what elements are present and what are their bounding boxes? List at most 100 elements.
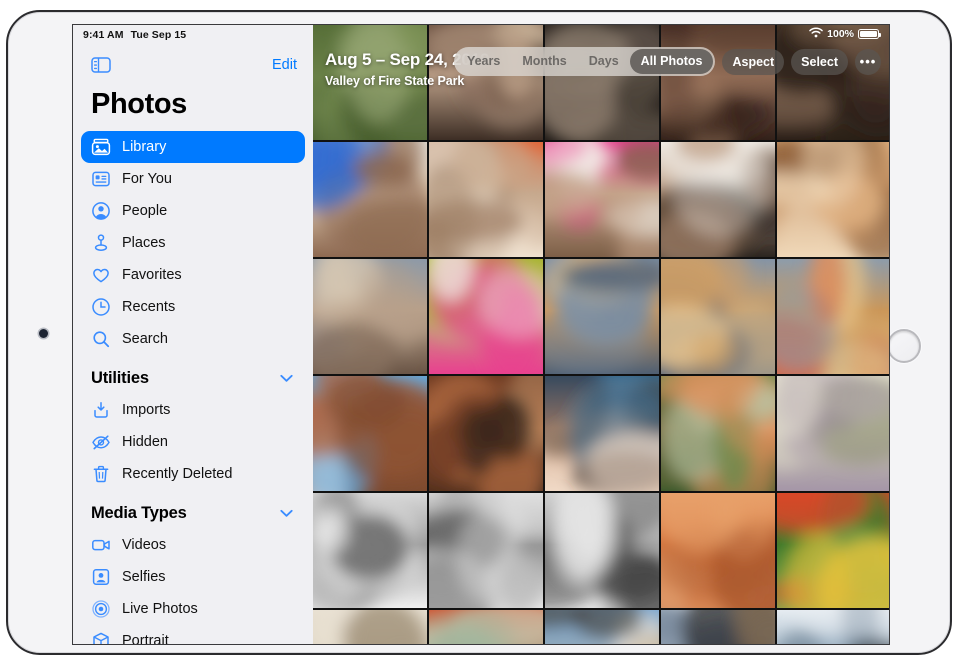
trash-icon: [91, 464, 111, 484]
battery-percent-label: 100%: [827, 28, 854, 40]
sidebar-item-library[interactable]: Library: [81, 131, 305, 163]
import-tray-icon: [91, 400, 111, 420]
photo-thumbnail[interactable]: [429, 142, 543, 257]
photo-thumbnail[interactable]: [545, 142, 659, 257]
sidebar-item-selfies[interactable]: Selfies: [81, 561, 305, 593]
sidebar-item-live-photos[interactable]: Live Photos: [81, 593, 305, 625]
photo-thumbnail[interactable]: [777, 493, 890, 608]
photo-thumbnail[interactable]: [313, 142, 427, 257]
sidebar-item-hidden[interactable]: Hidden: [81, 426, 305, 458]
sidebar-item-favorites[interactable]: Favorites: [81, 259, 305, 291]
sidebar-item-label: Search: [122, 331, 168, 347]
segment-all-photos[interactable]: All Photos: [630, 49, 714, 74]
photo-stack-icon: [91, 137, 111, 157]
eye-slash-icon: [91, 432, 111, 452]
photo-thumbnail[interactable]: [661, 142, 775, 257]
sidebar-header: Edit: [73, 49, 313, 81]
sidebar-item-label: Portrait: [122, 633, 169, 645]
sidebar-item-label: Imports: [122, 402, 170, 418]
photo-thumbnail[interactable]: [777, 142, 890, 257]
photo-thumbnail[interactable]: [545, 610, 659, 645]
photo-thumbnail[interactable]: [545, 25, 659, 140]
select-button[interactable]: Select: [791, 49, 848, 75]
selfie-portrait-icon: [91, 567, 111, 587]
timeline-segmented-control[interactable]: Years Months Days All Photos: [454, 47, 716, 76]
photo-thumbnail[interactable]: [777, 610, 890, 645]
chevron-down-icon[interactable]: [280, 509, 293, 518]
photo-thumbnail[interactable]: [429, 25, 543, 140]
cube-icon: [91, 631, 111, 645]
photo-thumbnail[interactable]: [661, 376, 775, 491]
edit-button[interactable]: Edit: [272, 57, 297, 73]
clock-icon: [91, 297, 111, 317]
photo-thumbnail[interactable]: [777, 376, 890, 491]
photo-thumbnail[interactable]: [429, 376, 543, 491]
section-header-media-types[interactable]: Media Types: [73, 490, 313, 529]
sidebar-item-search[interactable]: Search: [81, 323, 305, 355]
photos-toolbar: Years Months Days All Photos Aspect Sele…: [454, 47, 881, 76]
search-icon: [91, 329, 111, 349]
segment-days[interactable]: Days: [578, 49, 630, 74]
sidebar: Edit Photos Library: [73, 25, 313, 645]
ipad-device-frame: 9:41 AM Tue Sep 15 Edit Photos: [6, 10, 952, 655]
video-camera-icon: [91, 535, 111, 555]
sidebar-item-label: People: [122, 203, 167, 219]
photo-thumbnail[interactable]: [429, 610, 543, 645]
segment-years[interactable]: Years: [456, 49, 511, 74]
sidebar-item-label: For You: [122, 171, 172, 187]
photo-thumbnail[interactable]: [313, 376, 427, 491]
photo-thumbnail[interactable]: [777, 259, 890, 374]
battery-full-icon: [858, 29, 879, 39]
sidebar-item-places[interactable]: Places: [81, 227, 305, 259]
sidebar-item-people[interactable]: People: [81, 195, 305, 227]
page-title: Photos: [73, 81, 313, 131]
aspect-button[interactable]: Aspect: [722, 49, 784, 75]
sidebar-item-label: Library: [122, 139, 166, 155]
section-title: Utilities: [91, 369, 149, 388]
home-button[interactable]: [887, 329, 921, 363]
photo-grid: [313, 25, 890, 645]
sidebar-item-recently-deleted[interactable]: Recently Deleted: [81, 458, 305, 490]
segment-months[interactable]: Months: [511, 49, 577, 74]
sidebar-item-videos[interactable]: Videos: [81, 529, 305, 561]
sidebar-item-label: Favorites: [122, 267, 182, 283]
front-camera-icon: [39, 329, 48, 338]
sidebar-item-label: Videos: [122, 537, 166, 553]
heart-icon: [91, 265, 111, 285]
sidebar-item-portrait[interactable]: Portrait: [81, 625, 305, 645]
photo-grid-area: Aug 5 – Sep 24, 2019 Valley of Fire Stat…: [313, 25, 890, 645]
photo-thumbnail[interactable]: [313, 25, 427, 140]
photo-thumbnail[interactable]: [661, 610, 775, 645]
photo-thumbnail[interactable]: [661, 493, 775, 608]
for-you-card-icon: [91, 169, 111, 189]
map-pin-icon: [91, 233, 111, 253]
sidebar-item-label: Hidden: [122, 434, 168, 450]
photo-thumbnail[interactable]: [313, 610, 427, 645]
sidebar-item-label: Recents: [122, 299, 175, 315]
photo-thumbnail[interactable]: [429, 259, 543, 374]
section-header-utilities[interactable]: Utilities: [73, 355, 313, 394]
section-title: Media Types: [91, 504, 187, 523]
sidebar-item-label: Places: [122, 235, 166, 251]
sidebar-item-label: Recently Deleted: [122, 466, 232, 482]
person-circle-icon: [91, 201, 111, 221]
photo-thumbnail[interactable]: [661, 259, 775, 374]
photo-thumbnail[interactable]: [545, 376, 659, 491]
photo-thumbnail[interactable]: [545, 259, 659, 374]
ellipsis-icon[interactable]: •••: [855, 49, 881, 75]
photo-thumbnail[interactable]: [313, 493, 427, 608]
sidebar-toggle-icon[interactable]: [91, 57, 111, 73]
live-photo-icon: [91, 599, 111, 619]
ipad-screen: 9:41 AM Tue Sep 15 Edit Photos: [72, 24, 890, 645]
sidebar-item-label: Live Photos: [122, 601, 198, 617]
photo-thumbnail[interactable]: [777, 25, 890, 140]
sidebar-item-recents[interactable]: Recents: [81, 291, 305, 323]
sidebar-item-imports[interactable]: Imports: [81, 394, 305, 426]
photo-thumbnail[interactable]: [429, 493, 543, 608]
chevron-down-icon[interactable]: [280, 374, 293, 383]
photo-thumbnail[interactable]: [661, 25, 775, 140]
status-bar-right: 100%: [809, 27, 879, 41]
photo-thumbnail[interactable]: [313, 259, 427, 374]
sidebar-item-for-you[interactable]: For You: [81, 163, 305, 195]
photo-thumbnail[interactable]: [545, 493, 659, 608]
